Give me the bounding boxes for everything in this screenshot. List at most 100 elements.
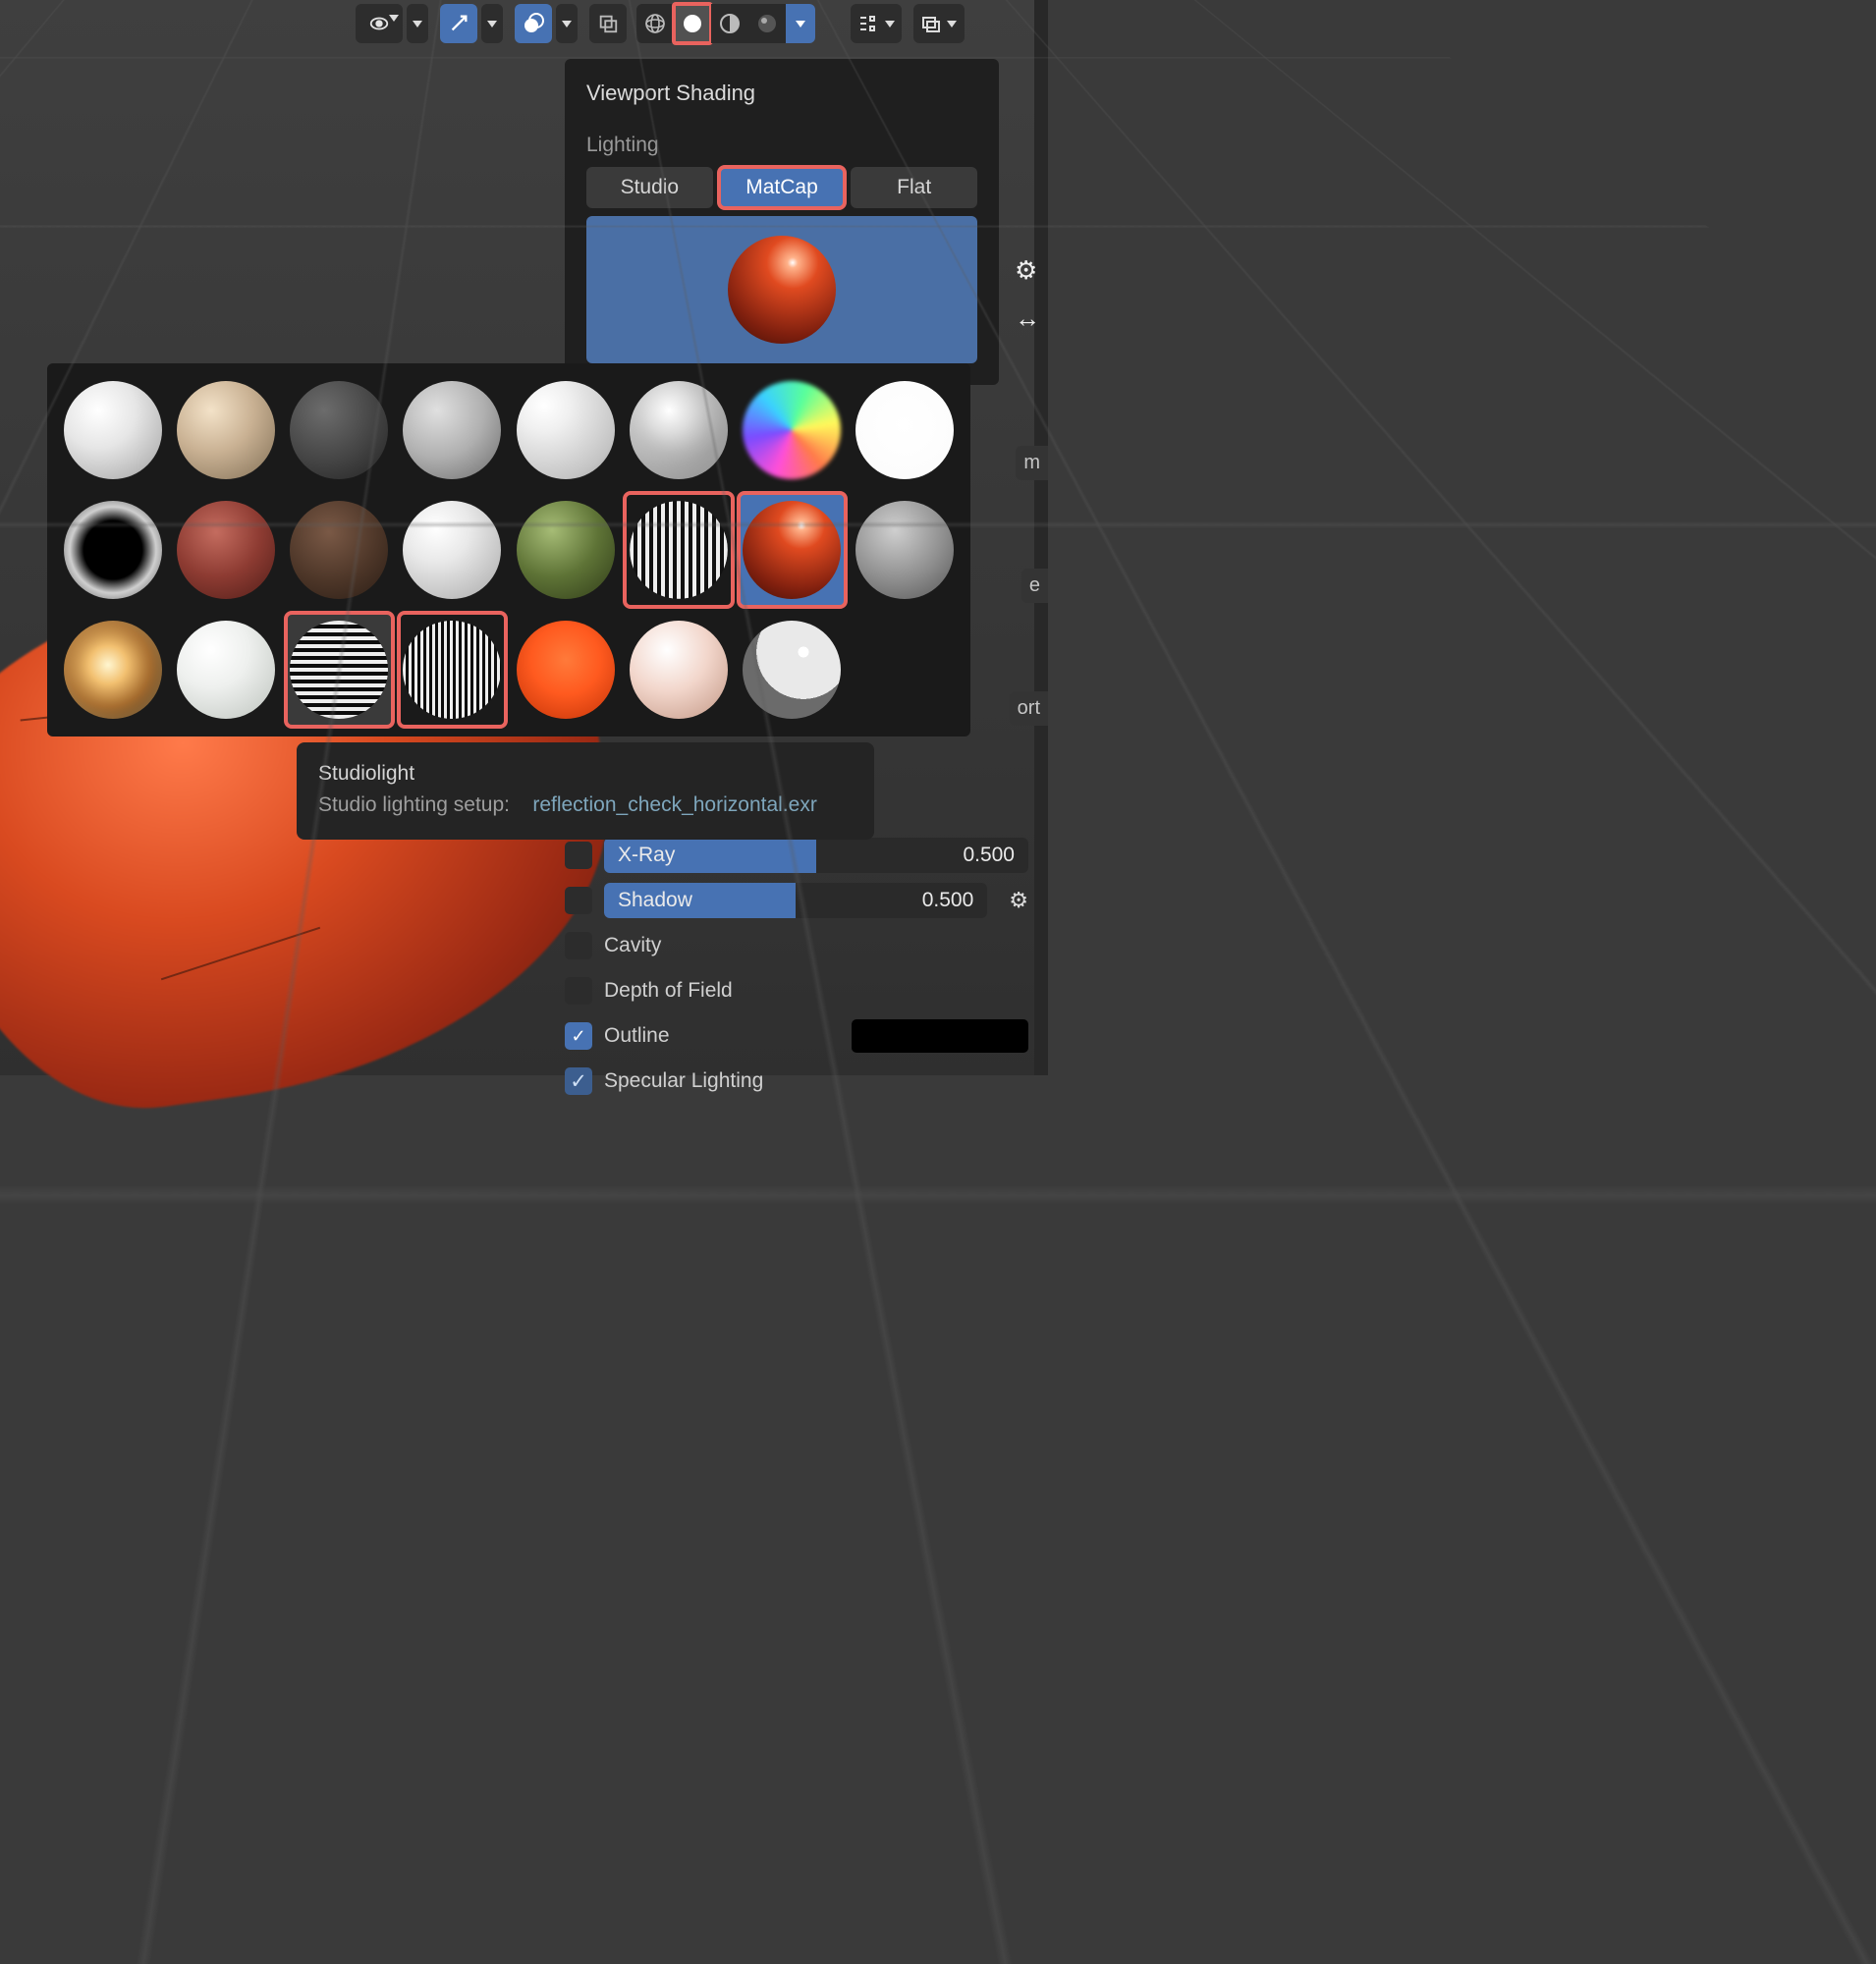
- shadow-checkbox[interactable]: [565, 887, 592, 914]
- right-peek-text: ort: [1010, 691, 1048, 726]
- shading-options: X-Ray 0.500 Shadow 0.500 ⚙ Cavity Depth …: [565, 833, 1028, 1104]
- matcap-option[interactable]: [625, 613, 732, 727]
- lighting-tab-matcap[interactable]: MatCap: [719, 167, 846, 208]
- matcap-option[interactable]: [286, 373, 393, 487]
- sphere-icon: [403, 381, 501, 479]
- viewport-shading-modes: [636, 4, 815, 43]
- cavity-label: Cavity: [604, 934, 661, 957]
- sphere-icon: [517, 501, 615, 599]
- matcap-option-reflection-vertical[interactable]: [399, 613, 506, 727]
- viewport-shading-popover: Viewport Shading Lighting Studio MatCap …: [565, 59, 999, 385]
- shadow-label: Shadow: [618, 889, 692, 912]
- shading-material-button[interactable]: [711, 4, 748, 43]
- sphere-icon: [177, 621, 275, 719]
- sphere-icon: [630, 381, 728, 479]
- outline-label: Outline: [604, 1024, 670, 1048]
- tooltip-heading: Studiolight: [318, 758, 853, 790]
- tab-label: Flat: [897, 176, 931, 199]
- shading-wireframe-button[interactable]: [636, 4, 674, 43]
- matcap-option[interactable]: [172, 493, 279, 607]
- matcap-option[interactable]: [512, 493, 619, 607]
- lighting-tab-studio[interactable]: Studio: [586, 167, 713, 208]
- lighting-tab-flat[interactable]: Flat: [851, 167, 977, 208]
- matcap-option-reflection-horizontal[interactable]: [286, 613, 393, 727]
- matcap-current-preview[interactable]: [586, 216, 977, 363]
- matcap-option[interactable]: [625, 373, 732, 487]
- shading-rendered-button[interactable]: [748, 4, 786, 43]
- sphere-icon: [290, 501, 388, 599]
- matcap-option[interactable]: [852, 493, 959, 607]
- viewport-header: [0, 0, 1048, 57]
- overlay-dropdown[interactable]: [556, 4, 578, 43]
- matcap-option[interactable]: [512, 613, 619, 727]
- gizmo-dropdown[interactable]: [481, 4, 503, 43]
- specular-label: Specular Lighting: [604, 1069, 763, 1093]
- popover-title: Viewport Shading: [586, 81, 977, 106]
- sphere-icon: [517, 621, 615, 719]
- sphere-icon: [630, 501, 728, 599]
- sphere-icon: [64, 501, 162, 599]
- matcap-option[interactable]: [739, 373, 846, 487]
- sphere-icon: [64, 381, 162, 479]
- lighting-label: Lighting: [586, 134, 977, 157]
- xray-label: X-Ray: [618, 844, 675, 867]
- tooltip-filename: reflection_check_horizontal.exr: [532, 793, 817, 816]
- tab-label: MatCap: [745, 176, 818, 199]
- overlay-toggle-button[interactable]: [515, 4, 552, 43]
- tooltip-label: Studio lighting setup:: [318, 793, 510, 816]
- matcap-option[interactable]: [512, 373, 619, 487]
- matcap-option[interactable]: [172, 373, 279, 487]
- matcap-option-stripes[interactable]: [625, 493, 732, 607]
- sphere-icon: [177, 501, 275, 599]
- cavity-checkbox[interactable]: [565, 932, 592, 959]
- matcap-option[interactable]: [739, 613, 846, 727]
- lighting-tabs: Studio MatCap Flat: [586, 167, 977, 208]
- editor-type-button[interactable]: [851, 4, 902, 43]
- visibility-dropdown[interactable]: [407, 4, 428, 43]
- flip-horizontal-icon[interactable]: ↔: [1015, 303, 1040, 334]
- sphere-icon: [743, 381, 841, 479]
- dof-checkbox[interactable]: [565, 977, 592, 1005]
- sphere-icon: [290, 381, 388, 479]
- shadow-slider[interactable]: Shadow 0.500: [604, 883, 987, 918]
- matcap-option[interactable]: [399, 373, 506, 487]
- settings-icon[interactable]: ⚙: [1015, 255, 1040, 286]
- matcap-tooltip: Studiolight Studio lighting setup: refle…: [297, 742, 874, 840]
- xray-toggle-button[interactable]: [589, 4, 627, 43]
- shadow-settings-icon[interactable]: ⚙: [1009, 888, 1028, 913]
- matcap-option[interactable]: [59, 373, 166, 487]
- sphere-icon: [743, 501, 841, 599]
- sphere-icon: [517, 381, 615, 479]
- matcap-option[interactable]: [59, 493, 166, 607]
- matcap-sphere-preview: [728, 236, 836, 344]
- sphere-icon: [855, 501, 954, 599]
- shadow-value: 0.500: [922, 889, 974, 912]
- specular-checkbox[interactable]: ✓: [565, 1067, 592, 1095]
- dof-label: Depth of Field: [604, 979, 733, 1003]
- right-peek-text: m: [1016, 446, 1048, 480]
- matcap-option-selected[interactable]: [739, 493, 846, 607]
- xray-checkbox[interactable]: [565, 842, 592, 869]
- sphere-icon: [290, 621, 388, 719]
- display-mode-button[interactable]: [913, 4, 965, 43]
- matcap-picker-grid: [47, 363, 970, 736]
- gizmo-toggle-button[interactable]: [440, 4, 477, 43]
- xray-value: 0.500: [963, 844, 1015, 867]
- sphere-icon: [630, 621, 728, 719]
- xray-slider[interactable]: X-Ray 0.500: [604, 838, 1028, 873]
- object-visibility-button[interactable]: [356, 4, 403, 43]
- sphere-icon: [403, 621, 501, 719]
- outline-checkbox[interactable]: ✓: [565, 1022, 592, 1050]
- sphere-icon: [743, 621, 841, 719]
- sphere-icon: [403, 501, 501, 599]
- matcap-option[interactable]: [59, 613, 166, 727]
- shading-solid-button[interactable]: [674, 4, 711, 43]
- shading-dropdown-button[interactable]: [786, 4, 815, 43]
- sphere-icon: [177, 381, 275, 479]
- matcap-option[interactable]: [286, 493, 393, 607]
- matcap-option[interactable]: [852, 373, 959, 487]
- matcap-option[interactable]: [172, 613, 279, 727]
- matcap-option[interactable]: [399, 493, 506, 607]
- sphere-icon: [64, 621, 162, 719]
- outline-color-swatch[interactable]: [852, 1019, 1028, 1053]
